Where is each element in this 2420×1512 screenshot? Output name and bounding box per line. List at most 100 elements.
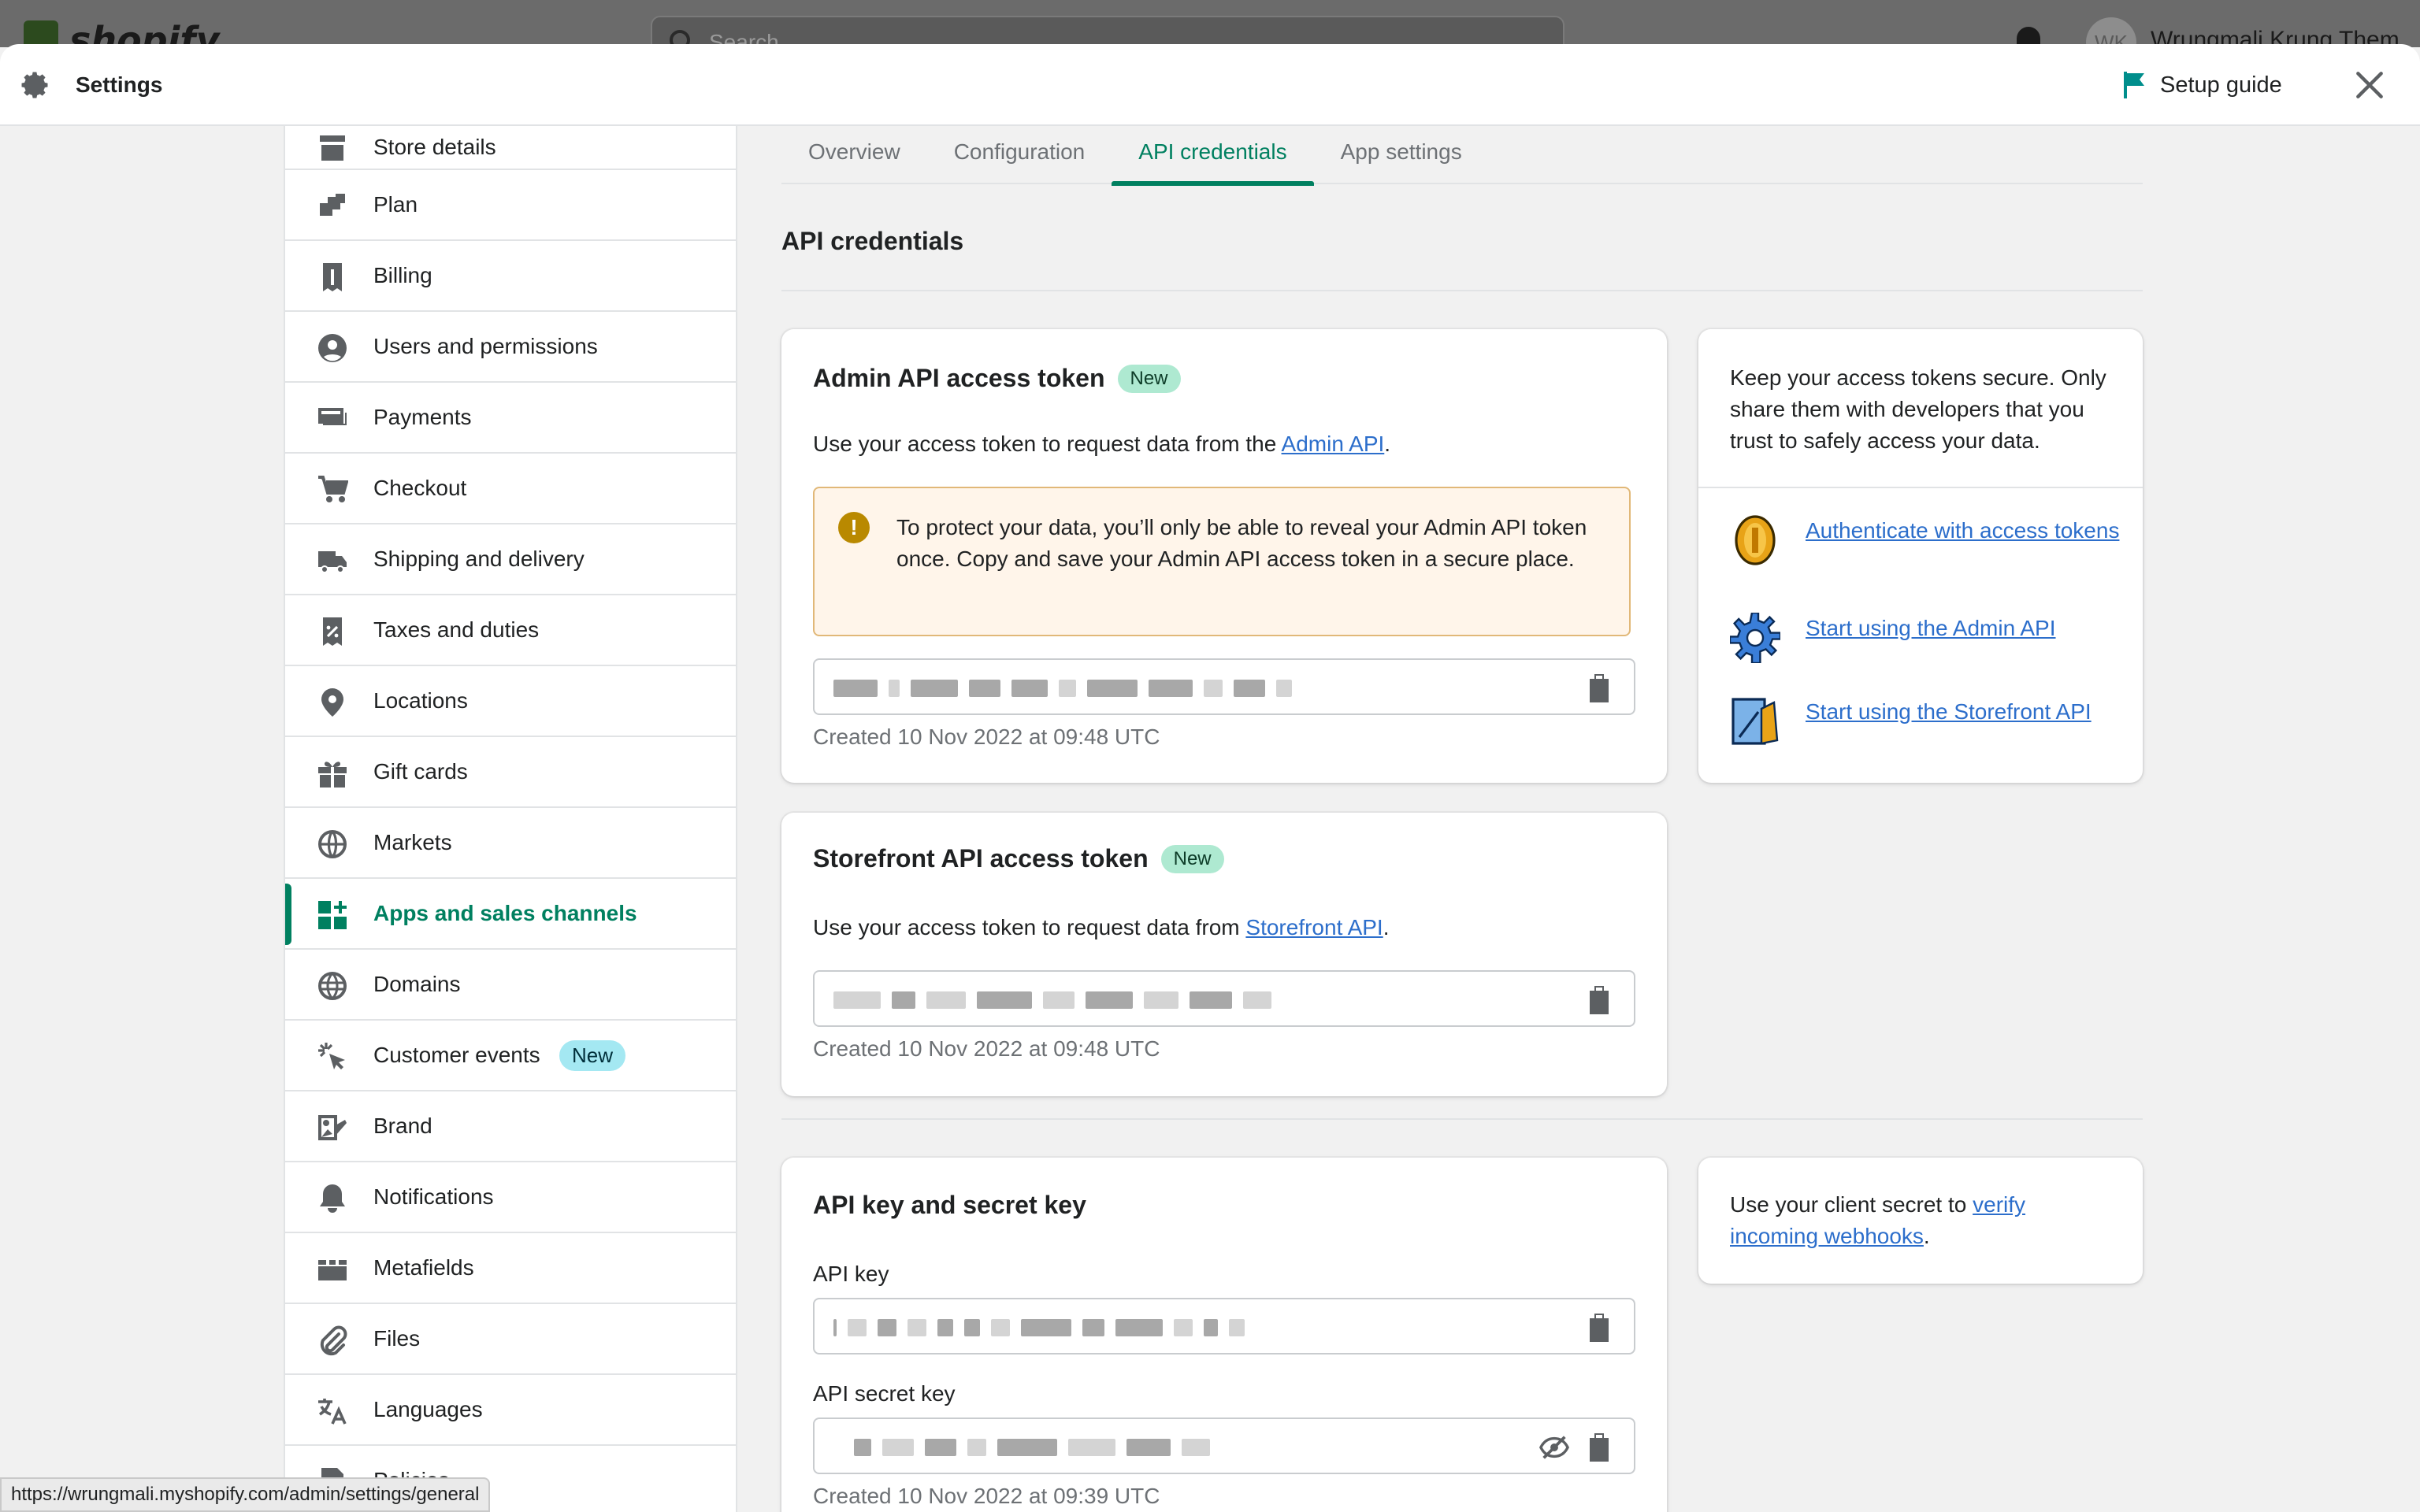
sidebar-item-files[interactable]: Files: [285, 1304, 736, 1375]
resource-link-row[interactable]: Start using the Admin API: [1730, 613, 2121, 663]
gear-pixel-icon: [1730, 613, 1780, 663]
sidebar-item-plan[interactable]: Plan: [285, 170, 736, 241]
clipboard-icon[interactable]: [1587, 1433, 1612, 1462]
sidebar-item-label: Files: [373, 1326, 421, 1351]
sidebar-item-payments[interactable]: Payments: [285, 383, 736, 454]
close-icon[interactable]: [2352, 68, 2387, 102]
admin-token-field[interactable]: [813, 658, 1635, 715]
admin-topbar: shopify Search WK Wrungmali Krung Them: [0, 0, 2420, 47]
tab-app-settings[interactable]: App settings: [1314, 126, 1489, 184]
sidebar-item-markets[interactable]: Markets: [285, 808, 736, 879]
api-secret-label: API secret key: [813, 1381, 956, 1406]
sidebar-item-billing[interactable]: Billing: [285, 241, 736, 312]
sidebar-item-checkout[interactable]: Checkout: [285, 454, 736, 524]
plan-icon: [320, 194, 345, 216]
sidebar-item-apps[interactable]: Apps and sales channels: [285, 879, 736, 950]
authenticate-link[interactable]: Authenticate with access tokens: [1806, 515, 2121, 547]
sidebar-item-taxes[interactable]: Taxes and duties: [285, 595, 736, 666]
sidebar-item-label: Plan: [373, 192, 418, 217]
card-title-text: Storefront API access token: [813, 844, 1149, 873]
billing-icon: [323, 263, 342, 291]
shopify-bag-icon: [24, 20, 58, 47]
gift-icon: [318, 762, 347, 788]
storefront-token-title: Storefront API access token New: [813, 844, 1224, 873]
resource-link-row[interactable]: Start using the Storefront API: [1730, 696, 2121, 747]
api-keys-card: API key and secret key API key API secre…: [781, 1158, 1667, 1512]
sidebar-item-metafields[interactable]: Metafields: [285, 1233, 736, 1304]
sidebar-item-label: Metafields: [373, 1255, 474, 1280]
storefront-token-field[interactable]: [813, 970, 1635, 1027]
tab-overview[interactable]: Overview: [781, 126, 927, 184]
masked-token: [854, 1435, 1210, 1460]
clipboard-icon[interactable]: [1587, 1314, 1612, 1342]
card-title-text: Admin API access token: [813, 364, 1105, 392]
sidebar-item-label: Notifications: [373, 1184, 494, 1209]
sidebar-item-label: Taxes and duties: [373, 617, 540, 642]
api-secret-field[interactable]: [813, 1418, 1635, 1474]
tab-configuration[interactable]: Configuration: [927, 126, 1112, 184]
sidebar-item-shipping[interactable]: Shipping and delivery: [285, 524, 736, 595]
cursor-click-icon: [318, 1043, 345, 1069]
sidebar-item-label: Gift cards: [373, 759, 468, 784]
brand-icon: [318, 1115, 347, 1140]
warning-icon: !: [838, 512, 870, 543]
admin-token-card: Admin API access token New Use your acce…: [781, 329, 1667, 783]
sidebar-item-customer-events[interactable]: Customer events New: [285, 1021, 736, 1091]
avatar: WK: [2086, 17, 2136, 47]
storefront-pixel-icon: [1731, 698, 1779, 745]
divider: [781, 1118, 2143, 1120]
sidebar-item-label: Checkout: [373, 476, 467, 500]
webhook-tip-text: Use your client secret to verify incomin…: [1730, 1189, 2092, 1252]
sidebar-item-brand[interactable]: Brand: [285, 1091, 736, 1162]
new-badge: New: [1117, 364, 1181, 393]
settings-sidebar: Store details Plan Billing Users and per…: [284, 126, 737, 1512]
sidebar-item-domains[interactable]: Domains: [285, 950, 736, 1021]
sidebar-item-label: Brand: [373, 1114, 432, 1138]
created-timestamp: Created 10 Nov 2022 at 09:39 UTC: [813, 1484, 1160, 1508]
storefront-api-guide-link[interactable]: Start using the Storefront API: [1806, 696, 2121, 728]
sidebar-item-label: Shipping and delivery: [373, 547, 585, 571]
api-key-label: API key: [813, 1262, 889, 1286]
admin-token-description: Use your access token to request data fr…: [813, 432, 1390, 457]
translate-icon: [318, 1399, 347, 1425]
sidebar-item-label: Apps and sales channels: [373, 901, 637, 925]
sidebar-item-notifications[interactable]: Notifications: [285, 1162, 736, 1233]
warning-banner: ! To protect your data, you’ll only be a…: [813, 487, 1631, 636]
storefront-api-link[interactable]: Storefront API: [1245, 915, 1383, 939]
sidebar-item-gift-cards[interactable]: Gift cards: [285, 737, 736, 808]
eye-slash-icon[interactable]: [1539, 1433, 1569, 1462]
payments-icon: [318, 408, 347, 425]
clipboard-icon[interactable]: [1587, 986, 1612, 1014]
tab-api-credentials[interactable]: API credentials: [1112, 126, 1314, 186]
sidebar-item-languages[interactable]: Languages: [285, 1375, 736, 1446]
clipboard-icon[interactable]: [1587, 674, 1612, 702]
divider: [781, 290, 2143, 291]
location-pin-icon: [321, 688, 343, 717]
divider: [1698, 487, 2143, 488]
admin-api-guide-link[interactable]: Start using the Admin API: [1806, 613, 2121, 644]
admin-api-link[interactable]: Admin API: [1282, 432, 1385, 456]
sidebar-item-label: Languages: [373, 1397, 483, 1421]
new-badge: New: [559, 1040, 626, 1071]
masked-token: [833, 1315, 1245, 1340]
globe-icon: [318, 972, 347, 1000]
resource-link-row[interactable]: Authenticate with access tokens: [1730, 515, 2121, 565]
flag-icon: [2124, 72, 2144, 98]
tab-bar: Overview Configuration API credentials A…: [781, 126, 2143, 186]
sidebar-item-label: Payments: [373, 405, 472, 429]
markets-icon: [318, 830, 347, 858]
sidebar-item-label: Users and permissions: [373, 334, 598, 358]
storefront-token-card: Storefront API access token New Use your…: [781, 813, 1667, 1096]
paperclip-icon: [320, 1325, 347, 1356]
created-timestamp: Created 10 Nov 2022 at 09:48 UTC: [813, 1036, 1160, 1061]
status-bar-url: https://wrungmali.myshopify.com/admin/se…: [0, 1477, 491, 1512]
sidebar-item-locations[interactable]: Locations: [285, 666, 736, 737]
sidebar-item-users[interactable]: Users and permissions: [285, 312, 736, 383]
sidebar-item-store-details[interactable]: Store details: [285, 126, 736, 170]
webhook-tip-card: Use your client secret to verify incomin…: [1698, 1158, 2143, 1284]
setup-guide-label: Setup guide: [2160, 72, 2282, 98]
setup-guide-button[interactable]: Setup guide: [2122, 68, 2282, 102]
warning-text: To protect your data, you’ll only be abl…: [896, 515, 1587, 571]
api-key-field[interactable]: [813, 1298, 1635, 1354]
webhook-text: Use your client secret to: [1730, 1192, 1973, 1217]
